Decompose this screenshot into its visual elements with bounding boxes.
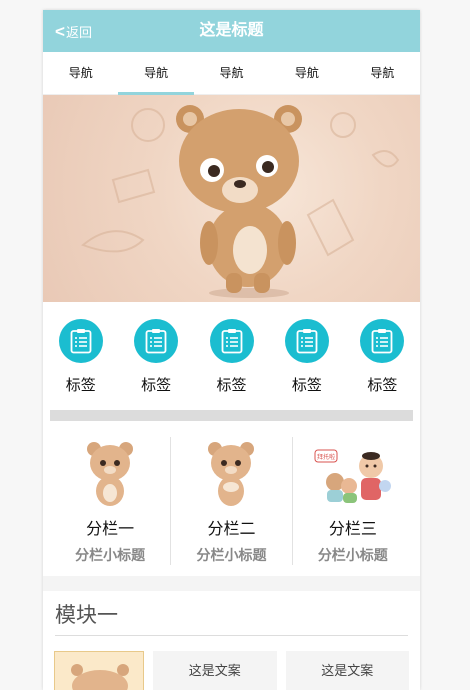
column-title: 分栏一 bbox=[86, 521, 135, 538]
column-section: 分栏一 分栏小标题 分栏二 分栏小标题 拜托啦 分栏三 分栏小标题 bbox=[43, 421, 420, 576]
sticker-text: 拜托啦 bbox=[317, 453, 335, 461]
nav-item-4[interactable]: 导航 bbox=[269, 52, 344, 94]
banner-image[interactable] bbox=[43, 95, 420, 302]
tag-item-1[interactable]: 标签 bbox=[43, 319, 118, 410]
column-item-3[interactable]: 拜托啦 分栏三 分栏小标题 bbox=[293, 437, 413, 565]
tag-row: 标签 标签 标签 标签 标签 bbox=[43, 302, 420, 410]
column-subtitle: 分栏小标题 bbox=[196, 547, 267, 563]
tag-item-3[interactable]: 标签 bbox=[194, 319, 269, 410]
column-title: 分栏三 bbox=[328, 521, 377, 538]
tag-label: 标签 bbox=[291, 377, 322, 394]
clipboard-icon bbox=[284, 319, 329, 363]
nav-item-1[interactable]: 导航 bbox=[43, 52, 118, 94]
chevron-left-icon: < bbox=[55, 21, 65, 41]
section-gap bbox=[43, 576, 420, 591]
clipboard-icon bbox=[209, 319, 254, 363]
card-text-1[interactable]: 这是文案 bbox=[153, 651, 277, 690]
card-text-2[interactable]: 这是文案 bbox=[285, 651, 409, 690]
tag-label: 标签 bbox=[65, 377, 96, 394]
module-cards: 这是文案 这是文案 bbox=[43, 636, 420, 690]
phone-screen: < 返回 这是标题 导航 导航 导航 导航 导航 标签 标签 标签 标签 标签 … bbox=[43, 10, 420, 690]
nav-item-2[interactable]: 导航 bbox=[118, 52, 195, 95]
column-item-2[interactable]: 分栏二 分栏小标题 bbox=[171, 437, 293, 565]
bear-thumbnail bbox=[191, 437, 271, 511]
tag-item-5[interactable]: 标签 bbox=[345, 319, 420, 410]
bear-thumbnail bbox=[70, 437, 150, 511]
tag-label: 标签 bbox=[367, 377, 398, 394]
tag-item-4[interactable]: 标签 bbox=[269, 319, 344, 410]
app-header: < 返回 这是标题 bbox=[43, 10, 420, 52]
tag-item-2[interactable]: 标签 bbox=[118, 319, 193, 410]
bear-banner-illustration bbox=[81, 105, 400, 298]
nav-item-5[interactable]: 导航 bbox=[345, 52, 420, 94]
tag-label: 标签 bbox=[216, 377, 247, 394]
module-title: 模块一 bbox=[55, 604, 118, 627]
column-title: 分栏二 bbox=[207, 521, 256, 538]
clipboard-icon bbox=[360, 319, 405, 363]
clipboard-icon bbox=[134, 319, 179, 363]
back-button[interactable]: < 返回 bbox=[55, 22, 92, 41]
section-divider bbox=[50, 410, 413, 421]
card-image[interactable] bbox=[54, 651, 144, 690]
column-subtitle: 分栏小标题 bbox=[75, 547, 146, 563]
column-subtitle: 分栏小标题 bbox=[317, 547, 388, 563]
column-item-1[interactable]: 分栏一 分栏小标题 bbox=[50, 437, 172, 565]
cartoon-group-thumbnail: 拜托啦 bbox=[313, 437, 393, 511]
bear-card-image bbox=[71, 664, 129, 690]
tag-label: 标签 bbox=[141, 377, 172, 394]
nav-item-3[interactable]: 导航 bbox=[194, 52, 269, 94]
nav-bar: 导航 导航 导航 导航 导航 bbox=[43, 52, 420, 95]
page-title: 这是标题 bbox=[199, 22, 264, 39]
back-label: 返回 bbox=[65, 25, 92, 40]
clipboard-icon bbox=[58, 319, 103, 363]
